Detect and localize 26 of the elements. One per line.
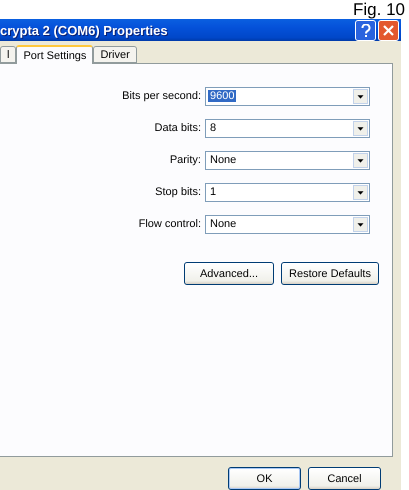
field-label: Bits per second: [122, 90, 201, 102]
dropdown-value: 9600 [208, 90, 236, 102]
dropdown-value: None [209, 218, 238, 230]
dropdown-field[interactable]: None [205, 150, 370, 170]
dropdown-field[interactable]: 1 [205, 182, 370, 202]
field-label: Stop bits: [155, 186, 201, 198]
dialog-button[interactable]: OK [228, 467, 301, 490]
tab[interactable]: l [0, 46, 16, 63]
field-label: Parity: [170, 154, 201, 166]
field-label: Flow control: [138, 218, 201, 230]
close-icon[interactable] [378, 20, 399, 40]
panel-button[interactable]: Advanced... [184, 262, 274, 285]
dropdown-field[interactable]: None [205, 214, 370, 234]
dropdown-value: None [209, 154, 238, 166]
dropdown-field[interactable]: 9600 [205, 86, 370, 106]
figure-label: Fig. 10 [353, 1, 405, 19]
panel-button[interactable]: Restore Defaults [281, 262, 379, 285]
dropdown-field[interactable]: 8 [205, 118, 370, 138]
dropdown-value: 8 [209, 122, 218, 134]
help-icon[interactable] [355, 20, 376, 40]
tab[interactable]: Driver [93, 46, 137, 63]
window-title: crypta 2 (COM6) Properties [0, 22, 168, 38]
tab[interactable]: Port Settings [16, 45, 94, 64]
field-label: Data bits: [154, 122, 201, 134]
dialog-button[interactable]: Cancel [308, 467, 381, 490]
dropdown-value: 1 [209, 186, 218, 198]
